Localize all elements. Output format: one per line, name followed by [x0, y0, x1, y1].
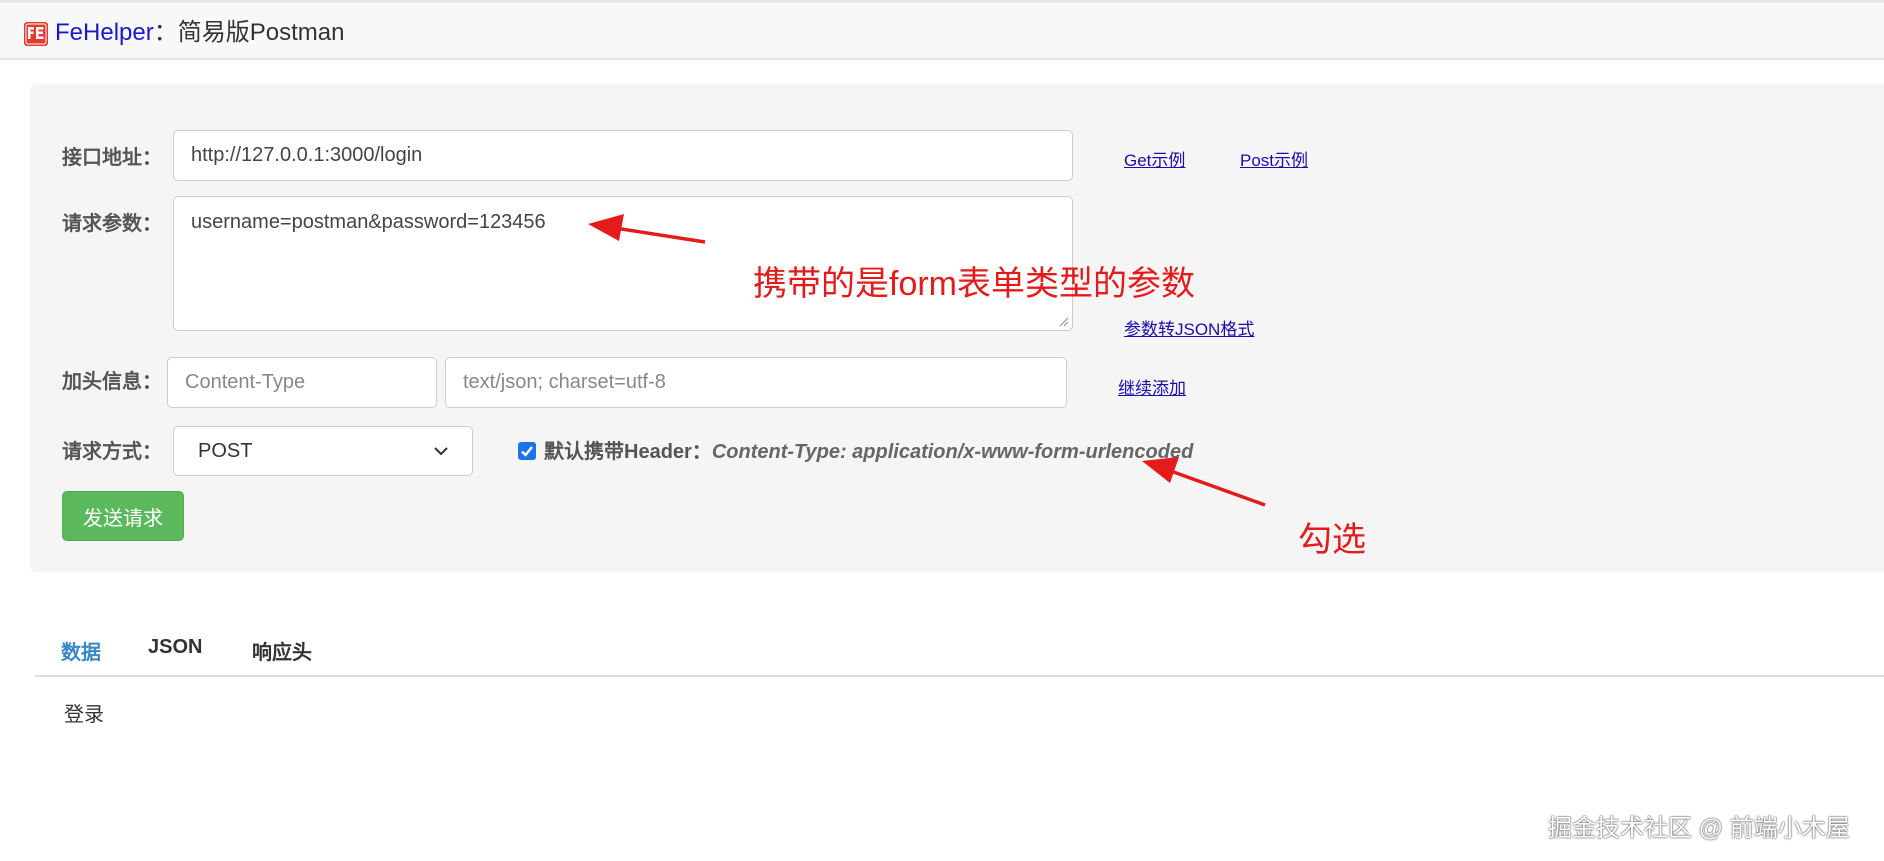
- response-content: 登录: [64, 704, 104, 726]
- annotation-arrows: [588, 214, 1266, 507]
- tab-response-headers[interactable]: 响应头: [252, 636, 312, 665]
- checkbox-arrow-icon: [1142, 457, 1266, 507]
- tab-data[interactable]: 数据: [61, 636, 101, 665]
- tab-divider: [35, 675, 1884, 677]
- watermark: 掘金技术社区 @ 前端小木屋: [1548, 815, 1850, 842]
- params-arrow-icon: [588, 214, 706, 244]
- tab-json[interactable]: JSON: [148, 636, 202, 659]
